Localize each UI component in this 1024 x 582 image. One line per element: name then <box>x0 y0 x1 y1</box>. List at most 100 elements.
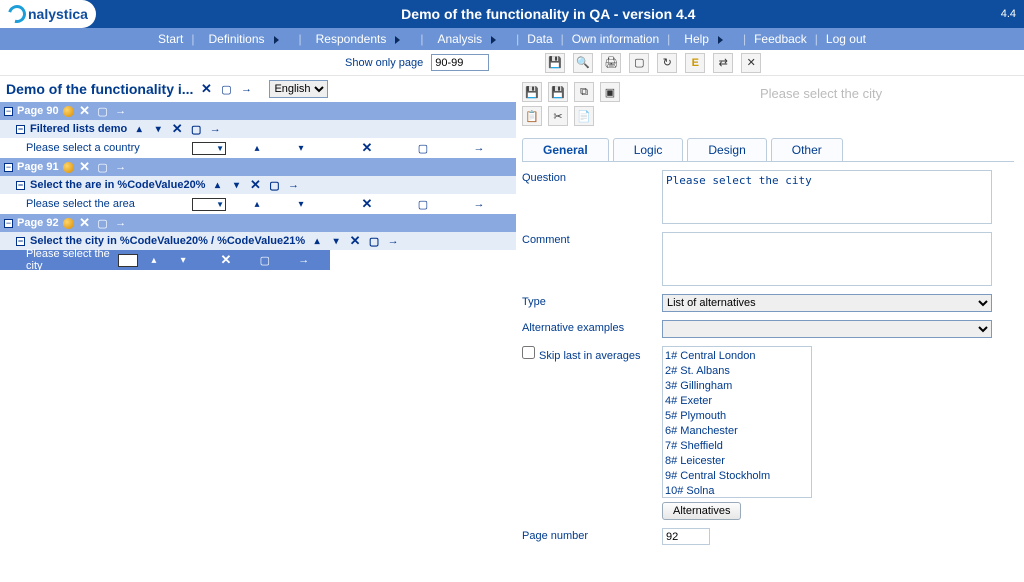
move-icon[interactable] <box>114 105 128 117</box>
detail-image-icon[interactable]: ▣ <box>600 82 620 102</box>
toolbar-print-icon[interactable]: 🖨 <box>601 53 621 73</box>
page-icon[interactable]: ▢ <box>267 179 281 192</box>
menu-own-information[interactable]: Own information <box>566 32 665 46</box>
collapse-icon[interactable] <box>4 107 13 116</box>
question-dropdown[interactable] <box>118 254 138 267</box>
comment-textarea[interactable] <box>662 232 992 286</box>
up-icon[interactable] <box>210 179 224 191</box>
up-icon[interactable] <box>132 123 146 135</box>
menu-definitions[interactable]: Definitions <box>196 32 296 46</box>
toolbar-binoculars-icon[interactable]: 🔍 <box>573 53 593 73</box>
delete-icon[interactable]: ✕ <box>348 233 362 249</box>
down-icon[interactable] <box>151 123 165 135</box>
collapse-icon[interactable] <box>4 163 13 172</box>
menu-feedback[interactable]: Feedback <box>748 32 813 46</box>
page-icon[interactable]: ▢ <box>367 235 381 248</box>
move-icon[interactable] <box>386 235 400 247</box>
move-icon[interactable] <box>298 254 309 266</box>
detail-clipboard-icon[interactable]: 📄 <box>574 106 594 126</box>
list-item[interactable]: 8# Leicester <box>665 454 809 469</box>
question-row[interactable]: Please select a country✕▢ <box>0 138 516 158</box>
down-icon[interactable] <box>294 198 308 210</box>
page-icon[interactable]: ▢ <box>96 161 110 174</box>
up-icon[interactable] <box>150 254 158 266</box>
menu-respondents[interactable]: Respondents <box>304 32 419 46</box>
page-header[interactable]: Page 91✕▢ <box>0 158 516 176</box>
detail-copy-icon[interactable]: ⧉ <box>574 82 594 102</box>
type-select[interactable]: List of alternatives <box>662 294 992 312</box>
collapse-icon[interactable] <box>16 181 25 190</box>
delete-icon[interactable]: ✕ <box>170 121 184 137</box>
tab-logic[interactable]: Logic <box>613 138 684 161</box>
question-row[interactable]: Please select the city✕▢ <box>0 250 330 270</box>
move-icon[interactable] <box>472 198 486 210</box>
page-header[interactable]: Page 90✕▢ <box>0 102 516 120</box>
page-icon[interactable]: ▢ <box>260 254 270 267</box>
question-textarea[interactable]: Please select the city <box>662 170 992 224</box>
page-icon[interactable]: ▢ <box>96 217 110 230</box>
toolbar-transfer-icon[interactable]: ⇄ <box>713 53 733 73</box>
detail-saveall-icon[interactable]: 💾 <box>548 82 568 102</box>
toolbar-save-icon[interactable]: 💾 <box>545 53 565 73</box>
down-icon[interactable] <box>329 235 343 247</box>
list-item[interactable]: 9# Central Stockholm <box>665 469 809 484</box>
collapse-icon[interactable] <box>4 219 13 228</box>
filter-input[interactable] <box>431 54 489 71</box>
down-icon[interactable] <box>229 179 243 191</box>
toolbar-e-icon[interactable]: E <box>685 53 705 73</box>
move-icon[interactable] <box>286 179 300 191</box>
page-icon[interactable]: ▢ <box>189 123 203 136</box>
language-select[interactable]: English <box>269 80 328 98</box>
question-dropdown[interactable] <box>192 198 226 211</box>
down-icon[interactable] <box>294 142 308 154</box>
page-header[interactable]: Page 92✕▢ <box>0 214 516 232</box>
list-item[interactable]: 2# St. Albans <box>665 364 809 379</box>
move-icon[interactable] <box>114 217 128 229</box>
down-icon[interactable] <box>179 254 187 266</box>
delete-icon[interactable]: ✕ <box>248 177 262 193</box>
new-page-icon[interactable]: ▢ <box>219 83 233 96</box>
menu-analysis[interactable]: Analysis <box>425 32 514 46</box>
group-header[interactable]: Filtered lists demo✕▢ <box>0 120 516 138</box>
list-item[interactable]: 10# Solna <box>665 484 809 498</box>
question-dropdown[interactable] <box>192 142 226 155</box>
list-item[interactable]: 3# Gillingham <box>665 379 809 394</box>
page-icon[interactable]: ▢ <box>96 105 110 118</box>
close-icon[interactable]: ✕ <box>199 81 213 97</box>
move-icon[interactable] <box>472 142 486 154</box>
skip-last-checkbox[interactable] <box>522 346 535 359</box>
up-icon[interactable] <box>310 235 324 247</box>
tab-other[interactable]: Other <box>771 138 843 161</box>
delete-icon[interactable]: ✕ <box>78 103 92 119</box>
arrow-right-icon[interactable] <box>239 83 253 95</box>
list-item[interactable]: 5# Plymouth <box>665 409 809 424</box>
delete-icon[interactable]: ✕ <box>360 196 374 212</box>
menu-help[interactable]: Help <box>672 32 741 46</box>
delete-icon[interactable]: ✕ <box>78 159 92 175</box>
toolbar-refresh-icon[interactable]: ↻ <box>657 53 677 73</box>
group-header[interactable]: Select the are in %CodeValue20%✕▢ <box>0 176 516 194</box>
toolbar-page-icon[interactable]: ▢ <box>629 53 649 73</box>
up-icon[interactable] <box>250 198 264 210</box>
page-icon[interactable]: ▢ <box>416 142 430 155</box>
list-item[interactable]: 7# Sheffield <box>665 439 809 454</box>
list-item[interactable]: 1# Central London <box>665 349 809 364</box>
detail-paste-icon[interactable]: 📋 <box>522 106 542 126</box>
alternatives-listbox[interactable]: 1# Central London2# St. Albans3# Gilling… <box>662 346 812 498</box>
delete-icon[interactable]: ✕ <box>78 215 92 231</box>
delete-icon[interactable]: ✕ <box>360 140 374 156</box>
detail-save-icon[interactable]: 💾 <box>522 82 542 102</box>
up-icon[interactable] <box>250 142 264 154</box>
move-icon[interactable] <box>208 123 222 135</box>
list-item[interactable]: 6# Manchester <box>665 424 809 439</box>
question-row[interactable]: Please select the area✕▢ <box>0 194 516 214</box>
toolbar-tools-icon[interactable]: ✕ <box>741 53 761 73</box>
collapse-icon[interactable] <box>16 125 25 134</box>
collapse-icon[interactable] <box>16 237 25 246</box>
menu-start[interactable]: Start <box>152 32 189 46</box>
delete-icon[interactable]: ✕ <box>221 252 232 268</box>
alt-examples-select[interactable] <box>662 320 992 338</box>
alternatives-button[interactable]: Alternatives <box>662 502 741 520</box>
page-icon[interactable]: ▢ <box>416 198 430 211</box>
menu-logout[interactable]: Log out <box>820 32 872 46</box>
